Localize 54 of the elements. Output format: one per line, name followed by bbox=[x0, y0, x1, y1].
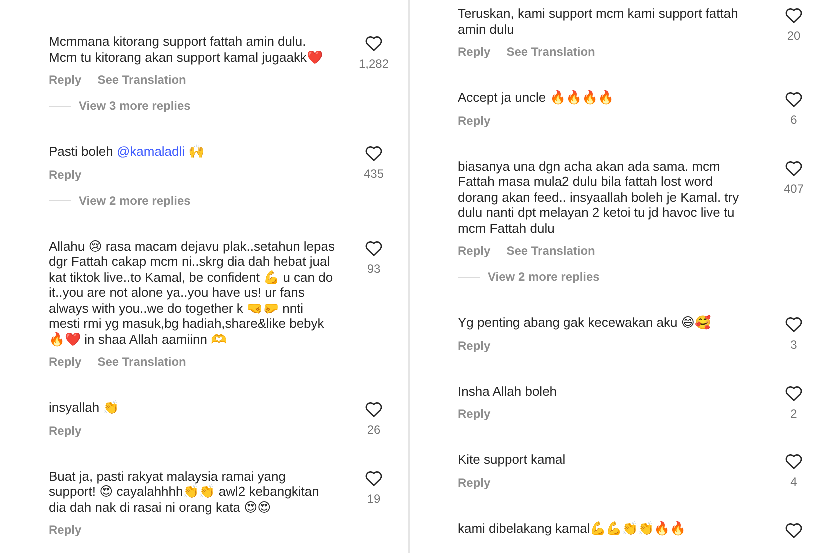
heart-icon[interactable] bbox=[785, 91, 803, 108]
comment-text: kami dibelakang kamal💪💪👏👏🔥🔥 bbox=[458, 520, 688, 536]
like-count: 3 bbox=[790, 338, 798, 352]
comment-text: biasanya una dgn acha akan ada sama. mcm Fattah masa mula2 dulu bila fattah lost word dorang akan feed.. insyaallah boleh je Kamal. try dulu nanti dpt melayan 2 ketoi tu jd havoc live tu mcm Fattah dulu bbox=[458, 158, 740, 236]
comment-text: Pasti boleh @kamaladli 🙌 bbox=[49, 144, 206, 160]
comment-action-link[interactable]: Reply bbox=[49, 166, 82, 182]
comment-action-link[interactable]: Reply bbox=[49, 422, 82, 438]
comment-action-link[interactable]: Reply bbox=[49, 522, 82, 538]
comment-action-link[interactable]: Reply bbox=[458, 112, 491, 128]
heart-icon[interactable] bbox=[365, 401, 383, 418]
heart-icon[interactable] bbox=[365, 470, 383, 486]
heart-icon[interactable] bbox=[785, 316, 803, 333]
like-count: 407 bbox=[784, 182, 804, 196]
comment-action-link[interactable]: Reply bbox=[49, 72, 82, 88]
comment-action-link[interactable]: Reply bbox=[458, 243, 491, 259]
comment-text: Allahu 😢 rasa macam dejavu plak..setahun lepas dgr Fattah cakap mcm ni..skrg dia dah hebat jual kat tiktok live..to Kamal, be confident 💪 u can do it..you are not alone ya..you have us! ur fans always with you..we do together k 🤜🤛 nnti mesti rmi yg masuk,bg hadiah,share&like bebyk 🔥❤ in shaa Allah aamiinn 🫶 bbox=[49, 238, 336, 347]
mention-link[interactable]: @kamaladli bbox=[116, 144, 186, 159]
like-count: 20 bbox=[787, 29, 801, 43]
comment-action-link[interactable]: Reply bbox=[458, 338, 491, 354]
like-count: 4 bbox=[790, 475, 798, 489]
comment-text: Buat ja, pasti rakyat malaysia ramai yang support! 😍 cayalahhhh👏👏 awl2 kebangkitan dia dah nak di rasai ni orang kata 😍😍 bbox=[49, 468, 320, 515]
comment-action-link[interactable]: Reply bbox=[458, 406, 491, 422]
like-count: 26 bbox=[367, 423, 381, 437]
comment-text: Teruskan, kami support mcm kami support fattah amin dulu bbox=[458, 6, 740, 37]
like-count: 435 bbox=[364, 167, 384, 181]
comment-text: Mcmmana kitorang support fattah amin dulu. Mcm tu kitorang akan support kamal jugaakk❤ bbox=[49, 34, 324, 65]
comment-text: Insha Allah boleh bbox=[458, 384, 558, 399]
comment-text: Yg penting abang gak kecewakan aku 😄🥰 bbox=[458, 315, 712, 330]
like-count: 6 bbox=[790, 113, 798, 127]
heart-icon[interactable] bbox=[785, 160, 803, 176]
view-replies-link[interactable]: View 2 more replies bbox=[79, 192, 191, 208]
comment-action-link[interactable]: See Translation bbox=[98, 354, 186, 370]
heart-icon[interactable] bbox=[785, 384, 803, 402]
comment-action-link[interactable]: See Translation bbox=[506, 44, 596, 60]
heart-icon[interactable] bbox=[365, 240, 383, 256]
heart-icon[interactable] bbox=[785, 7, 803, 24]
comment-text: Accept ja uncle 🔥🔥🔥🔥 bbox=[458, 90, 615, 106]
like-count: 19 bbox=[367, 492, 381, 506]
view-replies-link[interactable]: View 3 more replies bbox=[79, 98, 191, 114]
heart-icon[interactable] bbox=[785, 522, 803, 538]
view-replies-link[interactable]: View 2 more replies bbox=[488, 269, 600, 285]
comment-action-link[interactable]: Reply bbox=[458, 44, 491, 60]
heart-icon[interactable] bbox=[365, 145, 383, 162]
heart-icon[interactable] bbox=[365, 35, 383, 52]
comment-text: insyallah 👏 bbox=[49, 400, 120, 416]
like-count: 93 bbox=[367, 262, 381, 276]
like-count: 2 bbox=[790, 406, 798, 420]
comment-text: Kite support kamal bbox=[458, 452, 567, 468]
like-count: 1,282 bbox=[358, 57, 390, 71]
heart-icon[interactable] bbox=[785, 453, 803, 470]
comment-action-link[interactable]: See Translation bbox=[506, 243, 596, 259]
comment-action-link[interactable]: See Translation bbox=[98, 72, 186, 88]
comment-action-link[interactable]: Reply bbox=[49, 354, 82, 370]
comment-action-link[interactable]: Reply bbox=[458, 474, 491, 490]
